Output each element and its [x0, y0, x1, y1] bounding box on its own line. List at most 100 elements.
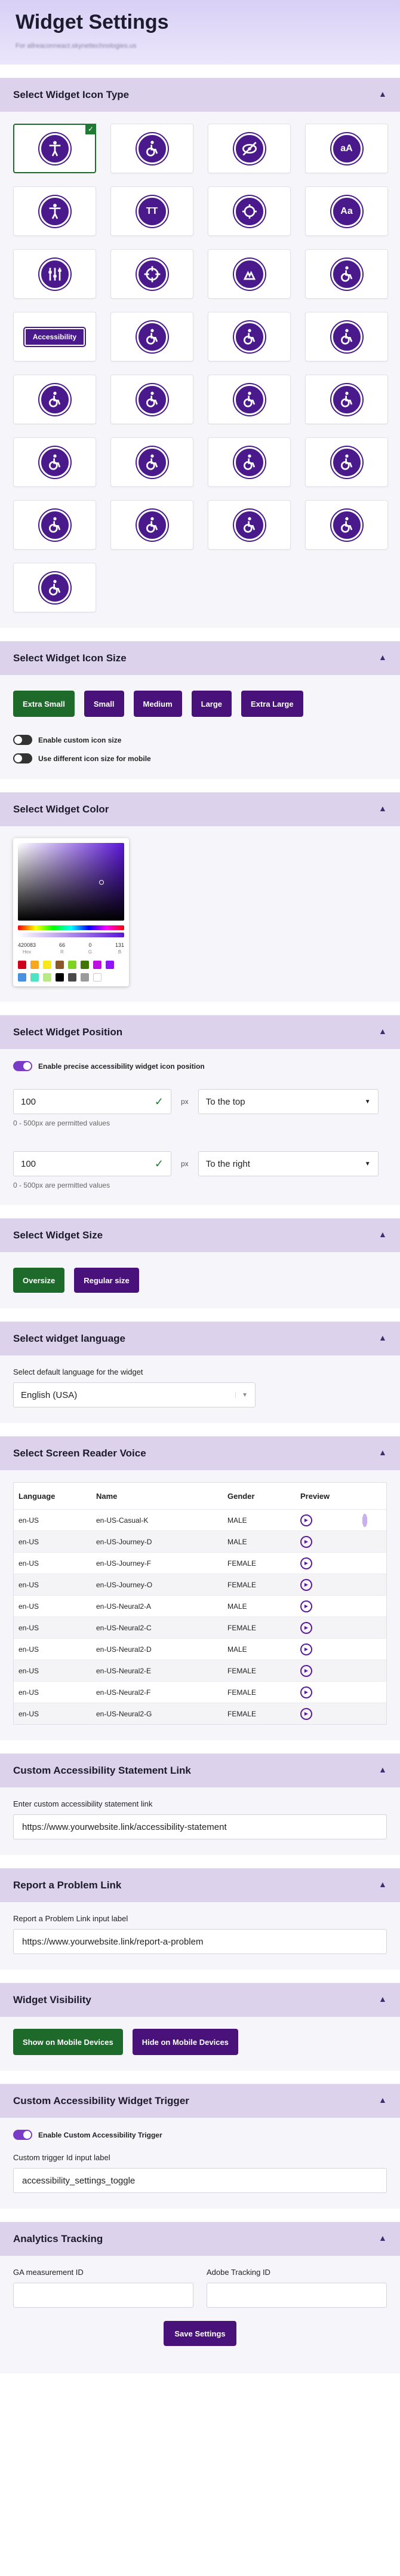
- icon-option-wheelchair[interactable]: [208, 437, 291, 487]
- icon-option-crosshair[interactable]: [110, 249, 193, 299]
- icon-option-wheelchair[interactable]: [305, 500, 388, 550]
- chevron-up-icon[interactable]: ▼: [379, 90, 387, 100]
- icon-option-wheelchair-motion[interactable]: [305, 312, 388, 361]
- hex-field[interactable]: 420083 Hex: [18, 942, 36, 955]
- play-icon[interactable]: ▶: [300, 1578, 312, 1591]
- color-swatch[interactable]: [93, 973, 101, 982]
- icon-option-wheelchair[interactable]: [13, 563, 96, 612]
- g-field[interactable]: 0G: [88, 942, 92, 955]
- play-icon[interactable]: ▶: [300, 1664, 312, 1677]
- icon-option-wheelchair[interactable]: [305, 437, 388, 487]
- play-icon[interactable]: ▶: [300, 1686, 312, 1698]
- icon-option-hands[interactable]: [208, 249, 291, 299]
- color-swatch[interactable]: [56, 973, 64, 982]
- language-header[interactable]: Select widget language ▼: [0, 1322, 400, 1356]
- vertical-direction-select[interactable]: To the top ▼: [198, 1089, 379, 1114]
- custom-size-toggle[interactable]: [13, 735, 32, 745]
- color-swatch[interactable]: [81, 961, 89, 969]
- icon-option-wheelchair[interactable]: [208, 375, 291, 424]
- icon-option-sliders[interactable]: [13, 249, 96, 299]
- color-swatch[interactable]: [18, 973, 26, 982]
- play-icon[interactable]: ▶: [300, 1707, 312, 1720]
- voice-row[interactable]: en-US en-US-Journey-F FEMALE ▶: [14, 1552, 386, 1574]
- widget-size-header[interactable]: Select Widget Size ▼: [0, 1219, 400, 1252]
- adobe-input[interactable]: [207, 2283, 387, 2308]
- color-swatch[interactable]: [43, 973, 51, 982]
- chevron-up-icon[interactable]: ▼: [379, 1995, 387, 2005]
- custom-trigger-toggle[interactable]: [13, 2130, 32, 2140]
- chevron-up-icon[interactable]: ▼: [379, 2096, 387, 2106]
- regular-size-button[interactable]: Regular size: [74, 1268, 139, 1293]
- color-swatch[interactable]: [68, 973, 76, 982]
- play-icon[interactable]: ▶: [300, 1621, 312, 1634]
- precise-position-toggle[interactable]: [13, 1061, 32, 1071]
- visibility-header[interactable]: Widget Visibility ▼: [0, 1983, 400, 2017]
- voice-row[interactable]: en-US en-US-Neural2-E FEMALE ▶: [14, 1660, 386, 1681]
- size-medium-button[interactable]: Medium: [133, 691, 182, 717]
- hide-mobile-button[interactable]: Hide on Mobile Devices: [132, 2029, 238, 2055]
- trigger-id-input[interactable]: accessibility_settings_toggle: [13, 2168, 387, 2193]
- icon-option-wheelchair[interactable]: [13, 437, 96, 487]
- icon-option-text-size[interactable]: TT: [110, 186, 193, 236]
- icon-option-font-resize[interactable]: Aa: [305, 186, 388, 236]
- color-header[interactable]: Select Widget Color ▼: [0, 793, 400, 826]
- mobile-size-toggle[interactable]: [13, 753, 32, 763]
- icon-option-wheelchair[interactable]: [13, 500, 96, 550]
- size-large-button[interactable]: Large: [191, 691, 232, 717]
- color-swatch[interactable]: [81, 973, 89, 982]
- analytics-header[interactable]: Analytics Tracking ▼: [0, 2222, 400, 2256]
- icon-option-wheelchair[interactable]: [110, 375, 193, 424]
- color-swatch[interactable]: [68, 961, 76, 969]
- icon-option-wheelchair[interactable]: [208, 312, 291, 361]
- show-mobile-button[interactable]: Show on Mobile Devices: [13, 2029, 123, 2055]
- color-swatch[interactable]: [30, 961, 39, 969]
- icon-option-wheelchair-motion[interactable]: [305, 249, 388, 299]
- play-icon[interactable]: ▶: [300, 1514, 312, 1526]
- color-swatch[interactable]: [93, 961, 101, 969]
- play-icon[interactable]: ▶: [300, 1643, 312, 1655]
- statement-input[interactable]: https://www.yourwebsite.link/accessibili…: [13, 1814, 387, 1839]
- r-field[interactable]: 66 R: [59, 942, 65, 955]
- problem-input[interactable]: https://www.yourwebsite.link/report-a-pr…: [13, 1929, 387, 1954]
- color-swatch[interactable]: [106, 961, 114, 969]
- voice-header[interactable]: Select Screen Reader Voice ▼: [0, 1437, 400, 1470]
- vertical-offset-input[interactable]: 100 ✓: [13, 1089, 171, 1114]
- color-swatch[interactable]: [18, 961, 26, 969]
- chevron-up-icon[interactable]: ▼: [379, 1334, 387, 1344]
- voice-row[interactable]: en-US en-US-Neural2-C FEMALE ▶: [14, 1617, 386, 1638]
- save-settings-button[interactable]: Save Settings: [164, 2321, 236, 2346]
- icon-option-pill[interactable]: Accessibility: [13, 312, 96, 361]
- horizontal-direction-select[interactable]: To the right ▼: [198, 1151, 379, 1176]
- voice-row[interactable]: en-US en-US-Neural2-D MALE ▶: [14, 1638, 386, 1660]
- alpha-slider[interactable]: [18, 933, 124, 937]
- position-header[interactable]: Select Widget Position ▼: [0, 1016, 400, 1049]
- chevron-up-icon[interactable]: ▼: [379, 1766, 387, 1775]
- icon-option-font-size[interactable]: aA: [305, 124, 388, 173]
- voice-row[interactable]: en-US en-US-Neural2-F FEMALE ▶: [14, 1681, 386, 1703]
- icon-option-eye-slash[interactable]: [208, 124, 291, 173]
- play-icon[interactable]: ▶: [300, 1557, 312, 1569]
- size-extra-small-button[interactable]: Extra Small: [13, 691, 75, 717]
- chevron-up-icon[interactable]: ▼: [379, 1449, 387, 1458]
- icon-option-wheelchair[interactable]: [110, 437, 193, 487]
- icon-type-header[interactable]: Select Widget Icon Type ▼: [0, 78, 400, 112]
- icon-size-header[interactable]: Select Widget Icon Size ▼: [0, 642, 400, 675]
- color-swatch[interactable]: [56, 961, 64, 969]
- color-swatch[interactable]: [30, 973, 39, 982]
- problem-header[interactable]: Report a Problem Link ▼: [0, 1869, 400, 1902]
- voice-row[interactable]: en-US en-US-Neural2-A MALE ▶: [14, 1595, 386, 1617]
- trigger-header[interactable]: Custom Accessibility Widget Trigger ▼: [0, 2084, 400, 2118]
- icon-option-person[interactable]: ✓: [13, 124, 96, 173]
- icon-option-wheelchair[interactable]: [110, 500, 193, 550]
- chevron-up-icon[interactable]: ▼: [379, 1028, 387, 1037]
- hue-slider[interactable]: [18, 925, 124, 930]
- color-cursor[interactable]: [99, 880, 104, 885]
- voice-row[interactable]: en-US en-US-Casual-K MALE ▶: [14, 1509, 386, 1531]
- voice-select-radio[interactable]: [362, 1513, 367, 1527]
- chevron-up-icon[interactable]: ▼: [379, 805, 387, 814]
- icon-option-wheelchair[interactable]: [305, 375, 388, 424]
- icon-option-person-standing[interactable]: [13, 186, 96, 236]
- play-icon[interactable]: ▶: [300, 1600, 312, 1612]
- horizontal-offset-input[interactable]: 100 ✓: [13, 1151, 171, 1176]
- voice-row[interactable]: en-US en-US-Journey-O FEMALE ▶: [14, 1574, 386, 1595]
